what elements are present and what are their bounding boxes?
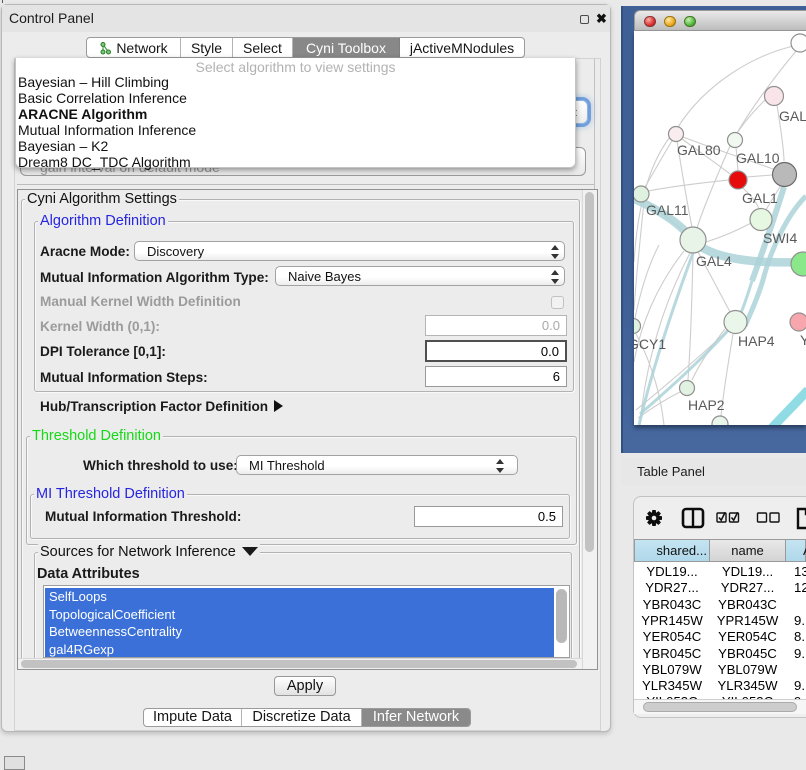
svg-text:SWI4: SWI4 <box>763 230 797 246</box>
svg-text:HAP4: HAP4 <box>738 333 775 349</box>
svg-text:YB: YB <box>800 332 806 348</box>
svg-text:GAL80: GAL80 <box>779 108 806 124</box>
svg-text:GAL4: GAL4 <box>696 253 732 269</box>
svg-text:HAP2: HAP2 <box>688 397 725 413</box>
svg-text:GAL11: GAL11 <box>646 202 689 218</box>
svg-text:GAL10: GAL10 <box>736 150 780 166</box>
svg-text:GAL80: GAL80 <box>677 142 721 158</box>
svg-text:GCY1: GCY1 <box>634 336 666 352</box>
svg-text:GAL1: GAL1 <box>742 190 778 206</box>
